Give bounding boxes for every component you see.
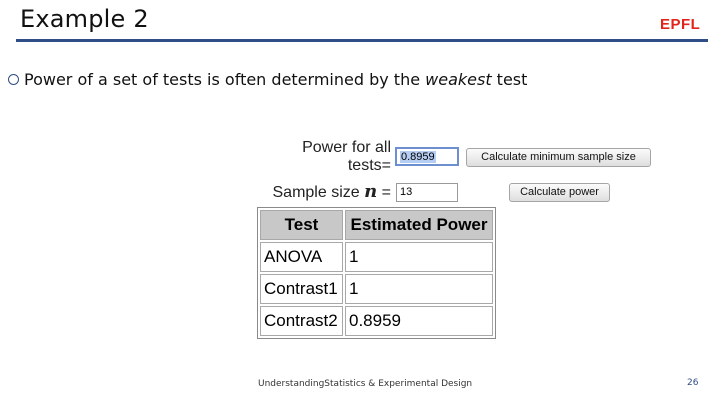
sample-size-equals: = <box>381 184 391 201</box>
sample-size-label: Sample size n = <box>266 181 392 202</box>
cell-power: 0.8959 <box>345 306 493 336</box>
cell-test-name: Contrast2 <box>260 306 343 336</box>
cell-power: 1 <box>345 274 493 304</box>
page-number: 26 <box>687 378 699 388</box>
sample-size-label-text: Sample size <box>272 184 360 201</box>
bullet-text-prefix: Power of a set of tests is often determi… <box>24 70 426 89</box>
slide-title: Example 2 <box>20 5 149 33</box>
cell-test-name: Contrast1 <box>260 274 343 304</box>
title-underline <box>16 39 708 42</box>
table-row: Contrast1 1 <box>260 274 493 304</box>
power-input-value: 0.8959 <box>400 151 436 163</box>
header-estimated-power: Estimated Power <box>345 210 493 240</box>
sample-size-variable: n <box>364 181 378 202</box>
table-header-row: Test Estimated Power <box>260 210 493 240</box>
power-label: Power for all tests= <box>290 139 391 175</box>
table-row: ANOVA 1 <box>260 242 493 272</box>
calculate-min-sample-size-button[interactable]: Calculate minimum sample size <box>466 148 651 167</box>
circle-bullet-icon <box>8 74 19 85</box>
results-table: Test Estimated Power ANOVA 1 Contrast1 1… <box>257 207 496 339</box>
power-label-line1: Power for all <box>302 139 391 156</box>
bullet-text-emphasis: weakest <box>425 70 492 89</box>
cell-test-name: ANOVA <box>260 242 343 272</box>
footer-text: UnderstandingStatistics & Experimental D… <box>258 379 473 389</box>
power-input[interactable]: 0.8959 <box>395 147 459 166</box>
cell-power: 1 <box>345 242 493 272</box>
sample-size-input[interactable]: 13 <box>396 183 458 202</box>
header-test: Test <box>260 210 343 240</box>
table-row: Contrast2 0.8959 <box>260 306 493 336</box>
epfl-logo: EPFL <box>660 16 701 33</box>
bullet-point: Power of a set of tests is often determi… <box>8 70 527 89</box>
calculate-power-button[interactable]: Calculate power <box>509 183 610 202</box>
bullet-text-suffix: test <box>491 70 528 89</box>
bullet-text: Power of a set of tests is often determi… <box>24 70 527 89</box>
power-label-line2: tests= <box>347 157 391 174</box>
